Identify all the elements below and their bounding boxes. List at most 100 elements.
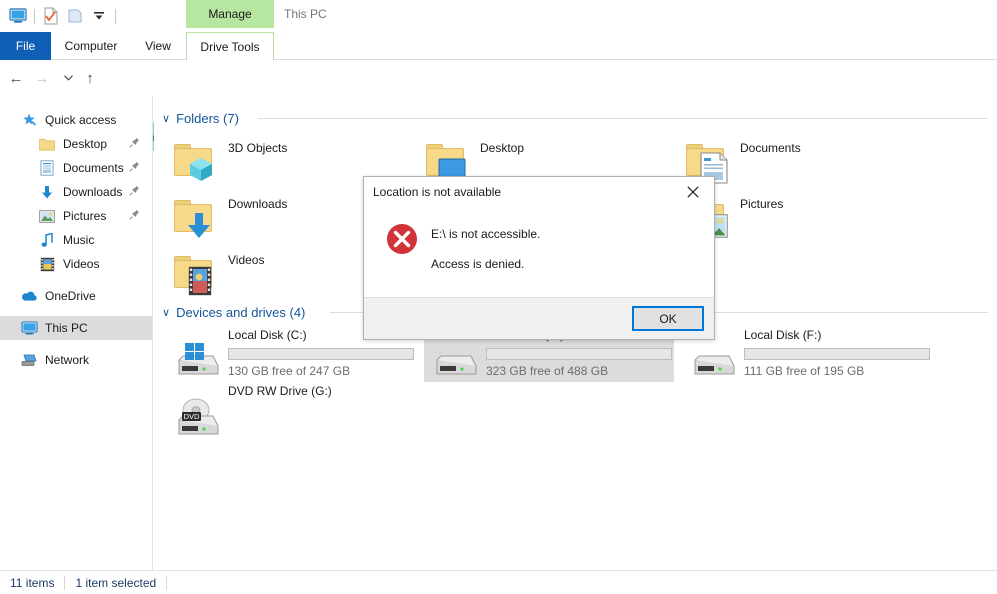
chevron-down-icon bbox=[63, 75, 73, 81]
error-circle-icon bbox=[386, 223, 418, 255]
sidebar-item-label: Network bbox=[45, 353, 90, 367]
group-header-devices-label: Devices and drives (4) bbox=[176, 304, 306, 320]
back-icon: ← bbox=[8, 69, 24, 87]
forward-icon: → bbox=[34, 69, 50, 87]
toolbar-divider bbox=[34, 8, 35, 24]
drive-capacity-bar bbox=[486, 348, 672, 360]
sidebar-item-videos[interactable]: Videos bbox=[0, 252, 152, 276]
pin-icon[interactable] bbox=[129, 185, 140, 199]
chevron-down-icon: ∨ bbox=[162, 306, 171, 319]
back-button[interactable]: ← bbox=[4, 66, 28, 90]
group-header-folders[interactable]: ∨ Folders (7) bbox=[162, 108, 239, 128]
dialog-title-bar: Location is not available bbox=[364, 177, 714, 207]
dialog-title: Location is not available bbox=[373, 185, 502, 199]
folder-tile-3d-objects[interactable]: 3D Objects bbox=[172, 138, 287, 186]
group-header-folders-label: Folders (7) bbox=[176, 110, 239, 126]
drive-free-space: 111 GB free of 195 GB bbox=[744, 364, 865, 378]
recent-locations-button[interactable] bbox=[56, 66, 80, 90]
dvd-drive-icon: DVD bbox=[174, 398, 222, 435]
up-button[interactable]: ↑ bbox=[78, 66, 102, 90]
location-not-available-dialog: Location is not available E:\ is not acc… bbox=[363, 176, 715, 340]
contextual-tab-manage[interactable]: Manage bbox=[186, 0, 274, 28]
hard-drive-icon bbox=[690, 342, 738, 378]
svg-text:DVD: DVD bbox=[184, 412, 200, 421]
folder-3d-objects-icon bbox=[172, 138, 220, 186]
sidebar-item-network[interactable]: Network bbox=[0, 348, 152, 372]
dialog-close-button[interactable] bbox=[672, 177, 714, 207]
pin-icon[interactable] bbox=[129, 161, 140, 175]
new-folder-icon[interactable] bbox=[63, 4, 87, 28]
documents-icon bbox=[38, 159, 56, 177]
ok-button[interactable]: OK bbox=[632, 306, 704, 331]
forward-button[interactable]: → bbox=[30, 66, 54, 90]
ribbon-tab-strip: File Computer View Drive Tools bbox=[0, 32, 997, 60]
sidebar-item-quick-access[interactable]: Quick access bbox=[0, 108, 152, 132]
sidebar-item-music[interactable]: Music bbox=[0, 228, 152, 252]
folder-tile-label: Pictures bbox=[740, 197, 784, 211]
chevron-down-icon: ∨ bbox=[162, 112, 171, 125]
pin-icon[interactable] bbox=[129, 209, 140, 223]
drive-free-space: 130 GB free of 247 GB bbox=[228, 364, 351, 378]
dialog-message-line2: Access is denied. bbox=[431, 257, 525, 271]
customize-dropdown-icon[interactable] bbox=[87, 4, 111, 28]
folder-tile-label: Downloads bbox=[228, 197, 288, 211]
up-icon: ↑ bbox=[86, 69, 94, 87]
drive-tile-local-disk-f[interactable]: Local Disk (F:) 111 GB free of 195 GB bbox=[682, 326, 932, 382]
sidebar-item-this-pc[interactable]: This PC bbox=[0, 316, 152, 340]
tab-file[interactable]: File bbox=[0, 32, 51, 60]
status-item-count: 11 items bbox=[10, 575, 55, 590]
drive-name: Local Disk (C:) bbox=[228, 328, 307, 342]
tab-computer[interactable]: Computer bbox=[51, 32, 131, 60]
status-divider-2 bbox=[166, 575, 168, 590]
sidebar-item-desktop[interactable]: Desktop bbox=[0, 132, 152, 156]
star-pin-icon bbox=[20, 111, 38, 129]
title-bar: Manage This PC bbox=[0, 0, 997, 32]
sidebar-item-label: OneDrive bbox=[45, 289, 96, 303]
music-icon bbox=[38, 231, 56, 249]
pin-icon[interactable] bbox=[129, 137, 140, 151]
group-divider-folders bbox=[258, 118, 988, 119]
tab-drive-tools[interactable]: Drive Tools bbox=[186, 32, 274, 60]
this-pc-icon bbox=[20, 319, 38, 337]
windows-drive-icon bbox=[174, 342, 222, 378]
drive-tile-dvd-rw-g[interactable]: DVD DVD RW Drive (G:) bbox=[166, 382, 416, 438]
folder-downloads-icon bbox=[172, 194, 220, 242]
tab-drive-tools-label: Drive Tools bbox=[200, 39, 260, 54]
address-bar-row: ← → ↑ › This PC bbox=[0, 60, 997, 151]
downloads-icon bbox=[38, 183, 56, 201]
dialog-footer: OK bbox=[364, 297, 714, 339]
folder-tile-downloads[interactable]: Downloads bbox=[172, 194, 287, 242]
file-explorer-window: Manage This PC File Computer View Drive … bbox=[0, 0, 997, 594]
pictures-icon bbox=[38, 207, 56, 225]
drive-name: DVD RW Drive (G:) bbox=[228, 384, 332, 398]
drive-capacity-bar bbox=[744, 348, 930, 360]
folder-tile-label: 3D Objects bbox=[228, 141, 288, 155]
sidebar-item-pictures[interactable]: Pictures bbox=[0, 204, 152, 228]
tab-view[interactable]: View bbox=[131, 32, 185, 60]
dialog-message-line1: E:\ is not accessible. bbox=[431, 227, 541, 241]
sidebar-item-label: Desktop bbox=[63, 137, 108, 151]
window-title-text: This PC bbox=[284, 7, 327, 21]
sidebar-item-label: This PC bbox=[45, 321, 88, 335]
group-header-devices[interactable]: ∨ Devices and drives (4) bbox=[162, 302, 305, 322]
window-title: This PC bbox=[284, 0, 327, 28]
videos-icon bbox=[38, 255, 56, 273]
tab-computer-label: Computer bbox=[64, 39, 118, 53]
sidebar-item-downloads[interactable]: Downloads bbox=[0, 180, 152, 204]
sidebar-item-label: Pictures bbox=[63, 209, 107, 223]
properties-icon[interactable] bbox=[39, 4, 63, 28]
sidebar-item-onedrive[interactable]: OneDrive bbox=[0, 284, 152, 308]
drive-capacity-bar bbox=[228, 348, 414, 360]
sidebar-item-label: Downloads bbox=[63, 185, 123, 199]
sidebar-item-documents[interactable]: Documents bbox=[0, 156, 152, 180]
folder-tile-label: Desktop bbox=[480, 141, 525, 155]
onedrive-icon bbox=[20, 287, 38, 305]
sidebar-item-label: Videos bbox=[63, 257, 100, 271]
folder-icon bbox=[38, 135, 56, 153]
drive-free-space: 323 GB free of 488 GB bbox=[486, 364, 609, 378]
sidebar-item-label: Documents bbox=[63, 161, 124, 175]
close-icon bbox=[687, 186, 699, 198]
folder-tile-label: Videos bbox=[228, 253, 265, 267]
folder-tile-videos[interactable]: Videos bbox=[172, 250, 264, 298]
this-pc-icon[interactable] bbox=[6, 4, 30, 28]
